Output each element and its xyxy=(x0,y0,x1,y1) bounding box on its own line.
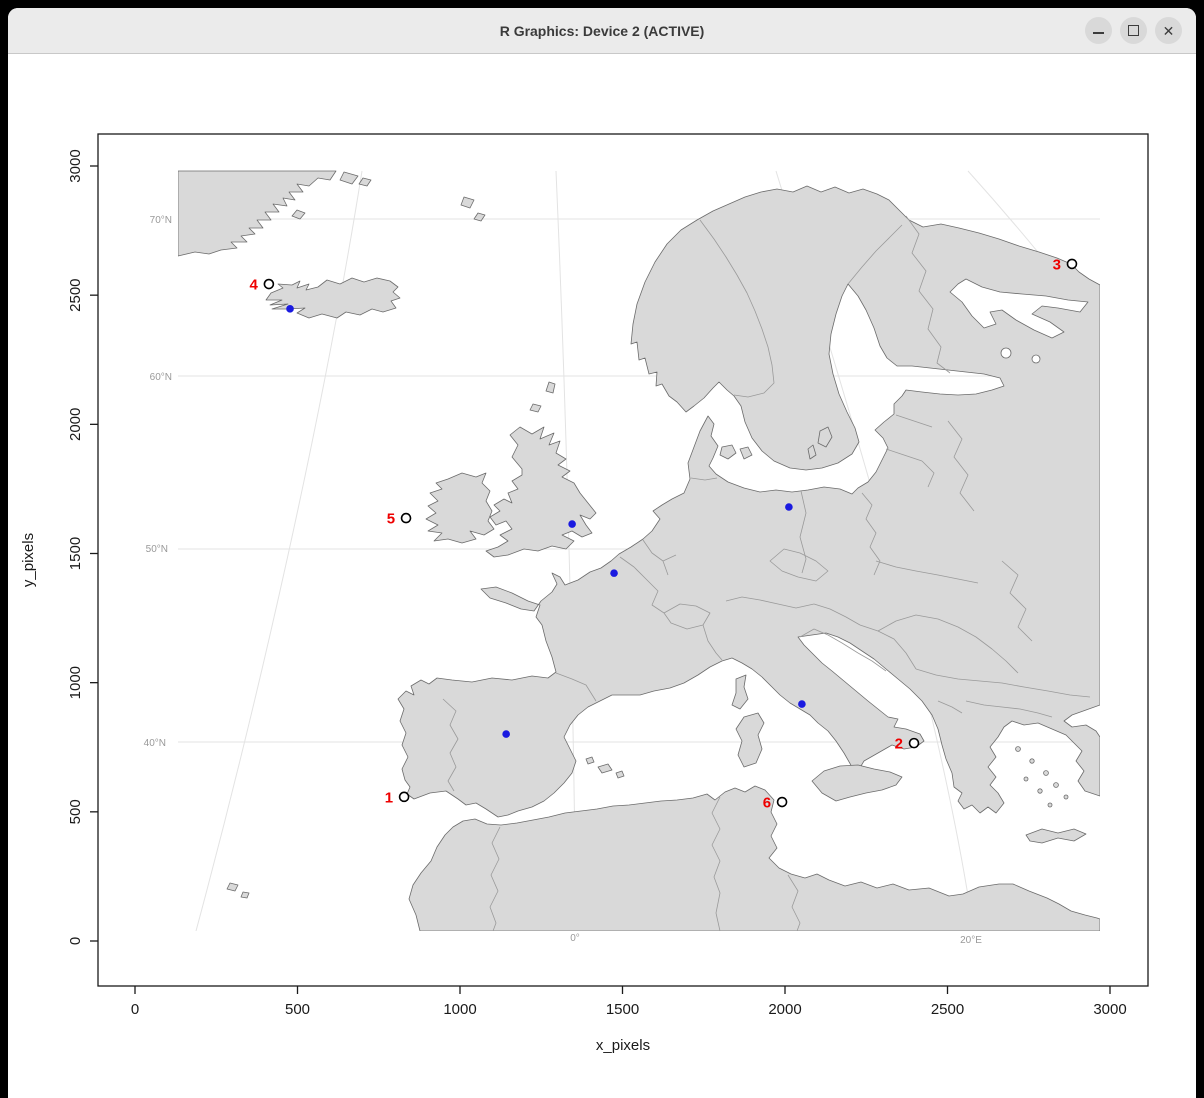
graticule-label: 0° xyxy=(570,933,580,944)
minimize-button[interactable] xyxy=(1085,17,1112,44)
land-iceland xyxy=(266,278,400,318)
x-tick-label: 1500 xyxy=(606,1001,639,1018)
land-greenland xyxy=(178,171,336,256)
maximize-button[interactable] xyxy=(1120,17,1147,44)
land-corsica xyxy=(732,675,748,709)
y-tick-label: 0 xyxy=(67,937,84,945)
close-icon: ✕ xyxy=(1163,24,1175,38)
numbered-point-label: 1 xyxy=(385,789,393,806)
blue-point xyxy=(785,503,793,511)
x-tick-label: 2000 xyxy=(768,1001,801,1018)
y-axis-ticks: 0 500 1000 1500 2000 2500 3000 xyxy=(67,149,98,945)
land-sardinia xyxy=(736,713,764,767)
screenshot-root: R Graphics: Device 2 (ACTIVE) ✕ xyxy=(0,0,1204,1098)
r-graphics-window: R Graphics: Device 2 (ACTIVE) ✕ xyxy=(8,8,1196,1098)
numbered-point-circle xyxy=(400,792,409,801)
blue-point xyxy=(568,520,576,528)
y-tick-label: 1000 xyxy=(67,666,84,699)
land-crete xyxy=(1026,829,1086,843)
graticule-label: 40°N xyxy=(144,738,166,749)
window-titlebar: R Graphics: Device 2 (ACTIVE) ✕ xyxy=(8,8,1196,54)
graticule-label: 50°N xyxy=(146,544,168,555)
numbered-point-label: 4 xyxy=(250,277,259,294)
window-controls: ✕ xyxy=(1085,8,1182,53)
numbered-point-label: 3 xyxy=(1053,256,1061,273)
plot-svg: 0 500 1000 1500 2000 2500 3000 0 500 1000 1500 200… xyxy=(8,54,1196,1098)
maximize-icon xyxy=(1128,25,1139,36)
x-tick-label: 500 xyxy=(285,1001,310,1018)
graticule-label: 20°E xyxy=(960,935,982,946)
x-axis-title: x_pixels xyxy=(596,1037,650,1054)
minimize-icon xyxy=(1093,32,1104,34)
numbered-point-circle xyxy=(1067,259,1076,268)
graticule-label: 70°N xyxy=(150,215,172,226)
close-button[interactable]: ✕ xyxy=(1155,17,1182,44)
numbered-point-label: 6 xyxy=(763,795,771,812)
land-great-britain xyxy=(486,427,596,557)
numbered-point-circle xyxy=(402,514,411,523)
graticule-label: 60°N xyxy=(150,372,172,383)
blue-point xyxy=(610,569,618,577)
numbered-point-circle xyxy=(778,798,787,807)
y-tick-label: 1500 xyxy=(67,537,84,570)
plot-device-canvas: 0 500 1000 1500 2000 2500 3000 0 500 1000 1500 200… xyxy=(8,54,1196,1098)
x-tick-label: 0 xyxy=(131,1001,139,1018)
y-tick-label: 500 xyxy=(67,799,84,824)
land-sicily xyxy=(812,765,902,801)
land-ireland xyxy=(426,473,494,543)
blue-point xyxy=(502,730,510,738)
y-tick-label: 2500 xyxy=(67,278,84,311)
y-tick-label: 2000 xyxy=(67,408,84,441)
numbered-point-circle xyxy=(910,739,919,748)
x-tick-label: 1000 xyxy=(443,1001,476,1018)
window-title: R Graphics: Device 2 (ACTIVE) xyxy=(500,23,705,39)
land-polygons xyxy=(178,171,1100,931)
x-tick-label: 2500 xyxy=(931,1001,964,1018)
x-axis-ticks: 0 500 1000 1500 2000 2500 3000 xyxy=(131,986,1127,1018)
numbered-point-label: 5 xyxy=(387,511,395,528)
numbered-point-circle xyxy=(264,280,273,289)
blue-point xyxy=(286,305,294,313)
numbered-point-label: 2 xyxy=(895,736,903,753)
y-tick-label: 3000 xyxy=(67,149,84,182)
basemap xyxy=(178,171,1100,934)
blue-point xyxy=(798,700,806,708)
x-tick-label: 3000 xyxy=(1093,1001,1126,1018)
y-axis-title: y_pixels xyxy=(20,533,37,587)
